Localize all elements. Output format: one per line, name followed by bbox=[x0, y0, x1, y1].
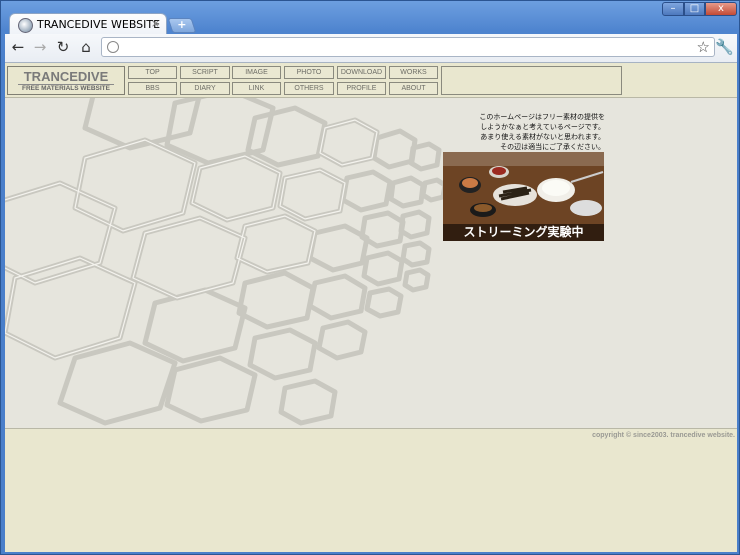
forward-arrow-icon[interactable]: → bbox=[31, 38, 49, 56]
new-tab-button[interactable]: + bbox=[167, 18, 197, 33]
plus-icon: + bbox=[177, 18, 187, 31]
browser-toolbar: ← → ↻ ⌂ ☆ 🔧 bbox=[5, 34, 737, 63]
close-window-button[interactable]: x bbox=[705, 2, 737, 16]
reload-icon[interactable]: ↻ bbox=[54, 38, 72, 56]
site-footer: copyright © since2003. trancedive websit… bbox=[5, 428, 737, 552]
notice-line: あまり使える素材がないと思われます。 bbox=[480, 133, 605, 141]
wrench-icon[interactable]: 🔧 bbox=[715, 38, 734, 56]
site-logo[interactable]: TRANCEDIVE FREE MATERIALS WEBSITE bbox=[7, 66, 125, 95]
nav-image[interactable]: IMAGE bbox=[232, 66, 281, 79]
nav-others[interactable]: OTHERS bbox=[284, 82, 334, 95]
page-icon bbox=[107, 41, 119, 53]
streaming-photo[interactable]: ストリーミング実験中 bbox=[443, 152, 604, 241]
logo-subtitle: FREE MATERIALS WEBSITE bbox=[22, 85, 110, 92]
tab-title: TRANCEDIVE WEBSITE bbox=[37, 18, 161, 31]
photo-caption: ストリーミング実験中 bbox=[443, 224, 604, 241]
site-header: TRANCEDIVE FREE MATERIALS WEBSITE TOP SC… bbox=[5, 63, 737, 98]
notice-line: このホームページはフリー素材の提供を bbox=[479, 113, 605, 121]
back-arrow-icon[interactable]: ← bbox=[9, 38, 27, 56]
nav-diary[interactable]: DIARY bbox=[180, 82, 230, 95]
nav-about[interactable]: ABOUT bbox=[389, 82, 438, 95]
nav-bbs[interactable]: BBS bbox=[128, 82, 177, 95]
nav-profile[interactable]: PROFILE bbox=[337, 82, 386, 95]
nav-link[interactable]: LINK bbox=[232, 82, 281, 95]
home-icon[interactable]: ⌂ bbox=[77, 38, 95, 56]
bookmark-star-icon[interactable]: ☆ bbox=[697, 38, 710, 56]
hexagon-background bbox=[5, 98, 445, 426]
globe-icon bbox=[18, 18, 33, 33]
nav-photo[interactable]: PHOTO bbox=[284, 66, 334, 79]
intro-notice: このホームページはフリー素材の提供を しようかなぁと考えているページです。 あま… bbox=[445, 112, 605, 152]
nav-top[interactable]: TOP bbox=[128, 66, 177, 79]
nav-works[interactable]: WORKS bbox=[389, 66, 438, 79]
copyright-text: copyright © since2003. trancedive websit… bbox=[592, 432, 735, 439]
notice-line: しようかなぁと考えているページです。 bbox=[480, 123, 605, 131]
address-bar[interactable]: ☆ bbox=[101, 37, 715, 57]
maximize-button[interactable]: □ bbox=[684, 2, 705, 16]
nav-script[interactable]: SCRIPT bbox=[180, 66, 230, 79]
browser-window: – □ x TRANCEDIVE WEBSITE × + ← → ↻ ⌂ ☆ 🔧… bbox=[0, 0, 740, 555]
nav-download[interactable]: DOWNLOAD bbox=[337, 66, 386, 79]
tab-close-icon[interactable]: × bbox=[151, 17, 160, 30]
minimize-button[interactable]: – bbox=[662, 2, 684, 16]
browser-tab[interactable]: TRANCEDIVE WEBSITE × bbox=[9, 13, 167, 35]
banner-placeholder bbox=[441, 66, 622, 95]
logo-title: TRANCEDIVE bbox=[23, 69, 109, 84]
notice-line: その辺は適当にご了承ください。 bbox=[500, 143, 605, 151]
url-input[interactable] bbox=[126, 39, 686, 55]
page-viewport: TRANCEDIVE FREE MATERIALS WEBSITE TOP SC… bbox=[5, 63, 737, 552]
